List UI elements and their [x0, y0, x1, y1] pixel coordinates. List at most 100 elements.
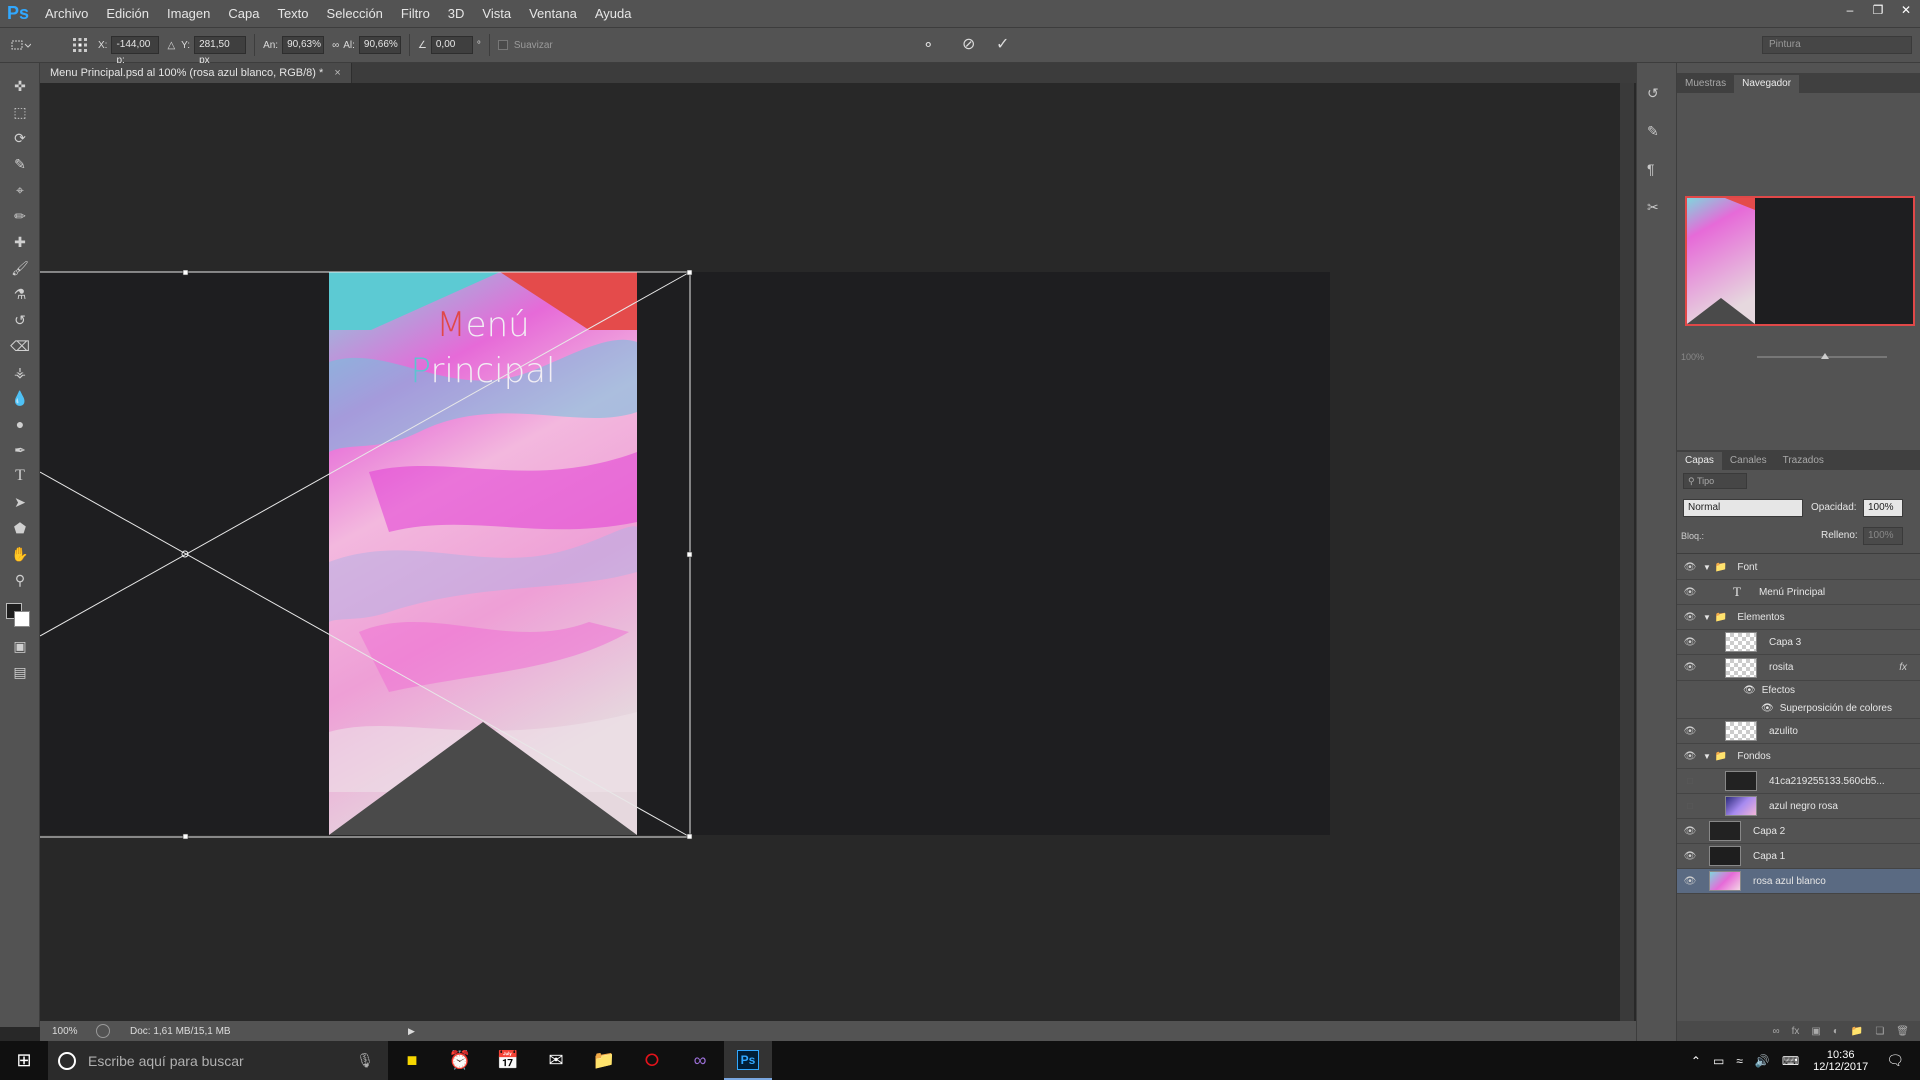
fx-icon[interactable]: fx: [1792, 1026, 1800, 1037]
eye-icon[interactable]: 👁: [1683, 726, 1697, 737]
screen-mode-icon[interactable]: ▤: [8, 661, 32, 683]
background-color-swatch[interactable]: [14, 611, 30, 627]
adjustment-icon[interactable]: ◐: [1833, 1026, 1839, 1037]
tab-capas[interactable]: Capas: [1677, 452, 1722, 470]
layer-row[interactable]: 👁 Capa 2: [1677, 819, 1920, 844]
tab-navegador[interactable]: Navegador: [1734, 75, 1800, 93]
eye-icon[interactable]: 👁: [1683, 637, 1697, 648]
workspace-select[interactable]: Pintura: [1762, 36, 1912, 54]
file-explorer-icon[interactable]: 📁: [580, 1041, 628, 1080]
eye-icon[interactable]: 👁: [1683, 751, 1697, 762]
hand-tool-icon[interactable]: ✋: [8, 543, 32, 565]
menu-filtro[interactable]: Filtro: [392, 0, 439, 27]
eye-icon[interactable]: 👁: [1683, 851, 1697, 862]
blend-mode-select[interactable]: Normal: [1683, 499, 1803, 517]
width-field[interactable]: 90,63%: [282, 36, 325, 54]
eye-icon[interactable]: 👁: [1683, 876, 1697, 887]
layer-row[interactable]: 👁 Capa 3: [1677, 630, 1920, 655]
paragraph-panel-icon[interactable]: ¶: [1647, 161, 1655, 177]
eye-icon[interactable]: 👁: [1761, 703, 1774, 714]
tray-chevron-icon[interactable]: ⌃: [1691, 1054, 1701, 1068]
link-layers-icon[interactable]: ∞: [1772, 1026, 1779, 1037]
transform-handle-right[interactable]: [686, 551, 693, 558]
tab-muestras[interactable]: Muestras: [1677, 75, 1734, 93]
menu-ventana[interactable]: Ventana: [520, 0, 586, 27]
menu-archivo[interactable]: Archivo: [36, 0, 97, 27]
layer-row[interactable]: 👁 ▼ 📁 Elementos: [1677, 605, 1920, 630]
close-icon[interactable]: ✕: [1892, 0, 1920, 20]
layer-row[interactable]: 👁 azulito: [1677, 719, 1920, 744]
crop-tool-icon[interactable]: ⌖: [8, 179, 32, 201]
layer-row[interactable]: □ 41ca219255133.560cb5...: [1677, 769, 1920, 794]
quick-selection-tool-icon[interactable]: ✎: [8, 153, 32, 175]
photoshop-taskbar-icon[interactable]: Ps: [724, 1041, 772, 1080]
history-brush-tool-icon[interactable]: ↺: [8, 309, 32, 331]
zoom-tool-icon[interactable]: ⚲: [8, 569, 32, 591]
y-field[interactable]: 281,50 px: [194, 36, 247, 66]
warp-icon[interactable]: ⚬: [922, 36, 935, 54]
navigator-zoom-slider[interactable]: [1757, 353, 1887, 359]
input-language-icon[interactable]: ⌨: [1782, 1054, 1799, 1068]
quick-mask-icon[interactable]: ▣: [8, 635, 32, 657]
layer-row[interactable]: 👁 ▼ 📁 Font: [1677, 555, 1920, 580]
menu-edicion[interactable]: Edición: [97, 0, 158, 27]
lasso-tool-icon[interactable]: ⟳: [8, 127, 32, 149]
menu-ayuda[interactable]: Ayuda: [586, 0, 641, 27]
transform-bounding-box[interactable]: [40, 270, 700, 840]
fx-badge[interactable]: fx: [1899, 662, 1907, 673]
reference-point-icon[interactable]: [70, 35, 90, 55]
sticky-notes-icon[interactable]: ■: [388, 1041, 436, 1080]
layer-effects-row[interactable]: 👁 Efectos: [1677, 681, 1920, 699]
windows-start-icon[interactable]: ⊞: [0, 1041, 48, 1080]
opacity-field[interactable]: 100%: [1863, 499, 1903, 517]
layer-row[interactable]: 👁 ▼ 📁 Fondos: [1677, 744, 1920, 769]
tool-presets-icon[interactable]: ✂: [1647, 199, 1659, 216]
eyedropper-tool-icon[interactable]: ✏: [8, 205, 32, 227]
battery-icon[interactable]: ▭: [1713, 1054, 1724, 1068]
angle-field[interactable]: 0,00: [430, 36, 473, 54]
menu-texto[interactable]: Texto: [268, 0, 317, 27]
hidden-eye-icon[interactable]: □: [1683, 776, 1697, 787]
document-tab[interactable]: Menu Principal.psd al 100% (rosa azul bl…: [40, 63, 352, 83]
dodge-tool-icon[interactable]: ●: [8, 413, 32, 435]
shape-tool-icon[interactable]: ⬟: [8, 517, 32, 539]
commit-transform-icon[interactable]: ✓: [996, 34, 1009, 54]
pen-tool-icon[interactable]: ✒: [8, 439, 32, 461]
x-field[interactable]: -144,00 p:: [111, 36, 160, 66]
mail-icon[interactable]: ✉: [532, 1041, 580, 1080]
transform-handle-bottom-right[interactable]: [686, 833, 693, 840]
cancel-transform-icon[interactable]: ⊘: [962, 34, 975, 54]
healing-brush-tool-icon[interactable]: ✚: [8, 231, 32, 253]
group-icon[interactable]: 📁: [1851, 1026, 1863, 1037]
wifi-icon[interactable]: ≈: [1736, 1054, 1743, 1068]
eye-icon[interactable]: 👁: [1683, 826, 1697, 837]
fill-field[interactable]: 100%: [1863, 527, 1903, 545]
minimize-icon[interactable]: –: [1836, 0, 1864, 20]
transform-handle-top-right[interactable]: [686, 270, 693, 276]
microphone-icon[interactable]: 🎙: [356, 1052, 374, 1069]
opera-browser-icon[interactable]: ⭘: [628, 1041, 676, 1080]
menu-vista[interactable]: Vista: [473, 0, 520, 27]
layer-effect-row[interactable]: 👁 Superposición de colores: [1677, 699, 1920, 719]
calendar-icon[interactable]: 📅: [484, 1041, 532, 1080]
mask-icon[interactable]: ▣: [1811, 1026, 1820, 1037]
tab-close-icon[interactable]: ×: [334, 67, 340, 79]
clone-stamp-tool-icon[interactable]: ⚗: [8, 283, 32, 305]
eraser-tool-icon[interactable]: ⌫: [8, 335, 32, 357]
layer-row[interactable]: 👁 Capa 1: [1677, 844, 1920, 869]
new-layer-icon[interactable]: ❏: [1875, 1026, 1884, 1037]
eye-icon[interactable]: 👁: [1683, 587, 1697, 598]
eye-icon[interactable]: 👁: [1743, 685, 1756, 696]
transform-tool-icon[interactable]: [0, 38, 40, 52]
menu-capa[interactable]: Capa: [219, 0, 268, 27]
layer-row-selected[interactable]: 👁 rosa azul blanco: [1677, 869, 1920, 894]
eye-icon[interactable]: 👁: [1683, 612, 1697, 623]
menu-imagen[interactable]: Imagen: [158, 0, 219, 27]
transform-handle-bottom[interactable]: [182, 833, 189, 840]
visual-studio-icon[interactable]: ∞: [676, 1041, 724, 1080]
smooth-checkbox[interactable]: [497, 40, 508, 50]
vertical-scrollbar[interactable]: [1620, 83, 1634, 1021]
trash-icon[interactable]: 🗑: [1896, 1026, 1909, 1037]
restore-icon[interactable]: ❐: [1864, 0, 1892, 20]
transform-handle-top[interactable]: [182, 270, 189, 276]
